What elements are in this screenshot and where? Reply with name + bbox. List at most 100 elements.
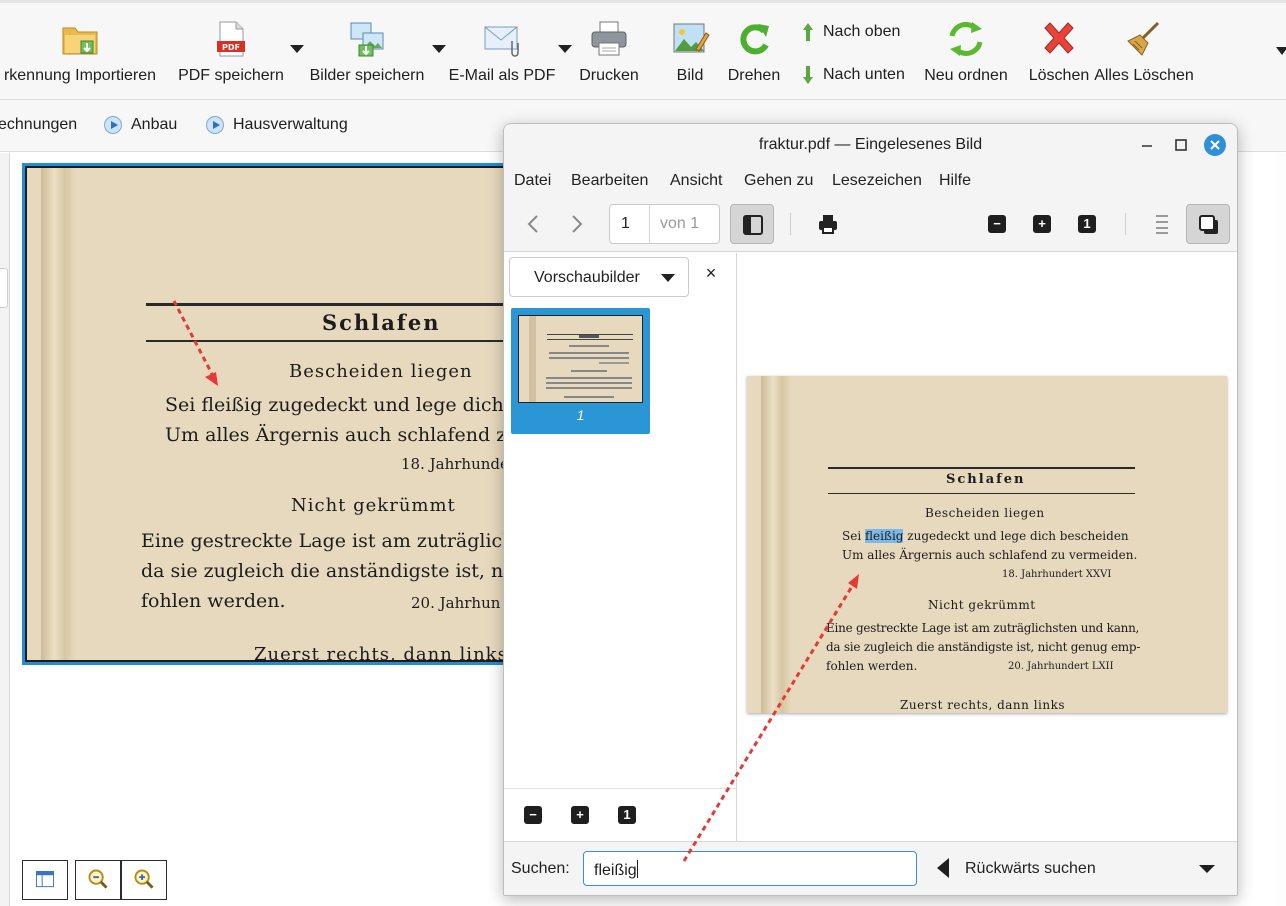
zoom-original-icon[interactable]: 1 (1078, 215, 1096, 233)
save-pdf-dropdown-icon[interactable] (290, 45, 304, 53)
printer-icon (591, 21, 627, 56)
search-bar: Suchen: fleißig Rückwärts suchen (504, 841, 1237, 895)
reorder-icon (949, 22, 983, 56)
print-label: Drucken (579, 67, 639, 84)
viewer-doc-line-1b: Um alles Ärgernis auch schlafend zu verm… (842, 548, 1138, 562)
next-page-icon[interactable] (566, 212, 588, 236)
page-number-input[interactable]: 1 (610, 205, 650, 243)
thumbnail-zoom-out-icon[interactable]: − (524, 806, 542, 824)
zoom-in-icon[interactable]: + (1033, 215, 1051, 233)
dual-page-toggle-button[interactable] (1186, 204, 1230, 244)
document-view[interactable]: Schlafen Bescheiden liegen Sei fleißig z… (738, 253, 1237, 841)
viewer-doc-title: Schlafen (946, 472, 1026, 487)
save-images-dropdown-icon[interactable] (432, 45, 446, 53)
search-backward-icon[interactable] (937, 858, 949, 878)
sidebar-icon (743, 215, 763, 235)
toolbar-separator (790, 213, 791, 235)
viewer-title: fraktur.pdf — Eingelesenes Bild (758, 136, 983, 153)
image-button[interactable]: Bild (660, 15, 720, 95)
menu-gehen-zu[interactable]: Gehen zu (744, 172, 813, 190)
zoom-out-icon (88, 869, 108, 889)
rotate-label: Drehen (727, 67, 781, 84)
menu-datei[interactable]: Datei (514, 172, 551, 190)
email-pdf-dropdown-icon[interactable] (558, 45, 572, 53)
doc-line-1b: Um alles Ärgernis auch schlafend zu ver (165, 424, 507, 446)
print-button[interactable]: Drucken (574, 15, 644, 95)
email-pdf-button[interactable]: E-Mail als PDF (447, 15, 557, 95)
menu-hilfe[interactable]: Hilfe (939, 172, 971, 190)
import-recognition-button[interactable]: rkennung Importieren (0, 15, 170, 95)
thumbnail-image (518, 315, 643, 403)
doc-source-2: 20. Jahrhun (411, 594, 501, 612)
search-input[interactable]: fleißig (583, 851, 917, 886)
maximize-icon[interactable] (1169, 133, 1193, 157)
doc-line-2c: fohlen werden. (141, 590, 286, 612)
sidebar-zoom-controls: − + 1 (504, 788, 736, 841)
delete-label: Löschen (1028, 67, 1090, 84)
page-thumbnail[interactable]: 1 (511, 308, 650, 434)
viewer-doc-line-2a: Eine gestreckte Lage ist am zuträglichst… (826, 621, 1140, 635)
previous-page-icon[interactable] (522, 212, 544, 236)
reorder-label: Neu ordnen (924, 67, 1008, 84)
menu-lesezeichen[interactable]: Lesezeichen (832, 172, 922, 190)
menu-ansicht[interactable]: Ansicht (670, 172, 722, 190)
title-rule (828, 493, 1135, 494)
sidebar-mode-select[interactable]: Vorschaubilder (509, 257, 689, 297)
delete-x-icon (1044, 22, 1074, 54)
book-spine (761, 376, 791, 713)
panel-handle[interactable] (0, 268, 8, 308)
search-options-dropdown-icon[interactable] (1199, 865, 1215, 873)
scanned-page: Schlafen Bescheiden liegen Sei fleißig z… (25, 166, 509, 662)
viewer-doc-heading-3: Zuerst rechts, dann links (900, 698, 1066, 712)
window-right-edge (1276, 153, 1286, 906)
reorder-button[interactable]: Neu ordnen (918, 15, 1014, 95)
rotate-icon (740, 24, 769, 55)
viewer-doc-line-2c: fohlen werden. (826, 659, 918, 673)
save-images-button[interactable]: Bilder speichern (306, 15, 428, 95)
viewer-doc-line-2b: da sie zugleich die anständigste ist, ni… (826, 640, 1141, 654)
zoom-in-button[interactable] (121, 860, 167, 900)
doc-source-1: 18. Jahrhunder (401, 455, 509, 473)
search-backward-label[interactable]: Rückwärts suchen (965, 860, 1096, 878)
top-rule (828, 467, 1135, 469)
toolbar-overflow-icon[interactable] (1276, 47, 1286, 55)
print-icon[interactable] (817, 213, 839, 235)
left-panel-edge (0, 153, 10, 906)
doc-heading-2: Nicht gekrümmt (291, 495, 456, 516)
thumbnail-zoom-in-icon[interactable]: + (571, 806, 589, 824)
search-label: Suchen: (511, 860, 570, 877)
close-sidebar-icon[interactable]: × (703, 264, 719, 282)
toggle-sidebar-button[interactable] (22, 860, 68, 900)
save-images-label: Bilder speichern (309, 67, 425, 84)
save-pdf-button[interactable]: PDF PDF speichern (176, 15, 286, 95)
viewer-menubar: Datei Bearbeiten Ansicht Gehen zu Leseze… (504, 166, 1237, 196)
images-save-icon (350, 22, 384, 57)
move-down-label: Nach unten (823, 66, 905, 83)
rotate-button[interactable]: Drehen (722, 15, 786, 95)
doc-heading-3: Zuerst rechts, dann links (254, 644, 508, 662)
sidebar-mode-value: Vorschaubilder (534, 269, 640, 286)
delete-button[interactable]: Löschen (1026, 15, 1092, 95)
sidebar-toggle-button[interactable] (730, 204, 774, 244)
menu-bearbeiten[interactable]: Bearbeiten (571, 172, 648, 190)
doc-title: Schlafen (322, 310, 441, 335)
zoom-in-icon (134, 869, 154, 889)
viewer-doc-heading-2: Nicht gekrümmt (928, 598, 1036, 612)
thumbnail-zoom-original-icon[interactable]: 1 (618, 806, 636, 824)
close-icon[interactable] (1203, 133, 1227, 157)
arrow-down-icon (803, 66, 813, 84)
zoom-out-icon[interactable]: − (988, 215, 1006, 233)
viewer-page: Schlafen Bescheiden liegen Sei fleißig z… (747, 376, 1227, 713)
doc-line-2b: da sie zugleich die anständigste ist, ni… (141, 560, 509, 582)
viewer-doc-source-1: 18. Jahrhundert XXVI (1002, 569, 1112, 580)
delete-all-button[interactable]: Alles Löschen (1092, 15, 1196, 95)
minimize-icon[interactable] (1135, 133, 1159, 157)
email-attachment-icon (484, 26, 519, 57)
category-anbau-label: Anbau (131, 116, 178, 133)
save-pdf-label: PDF speichern (178, 67, 284, 84)
viewer-titlebar[interactable]: fraktur.pdf — Eingelesenes Bild (504, 124, 1237, 166)
scanned-page-preview[interactable]: Schlafen Bescheiden liegen Sei fleißig z… (22, 163, 512, 665)
doc-line-1a: Sei fleißig zugedeckt und lege dich besc… (165, 394, 507, 416)
zoom-out-button[interactable] (75, 860, 121, 900)
continuous-scroll-icon[interactable] (1152, 212, 1172, 236)
